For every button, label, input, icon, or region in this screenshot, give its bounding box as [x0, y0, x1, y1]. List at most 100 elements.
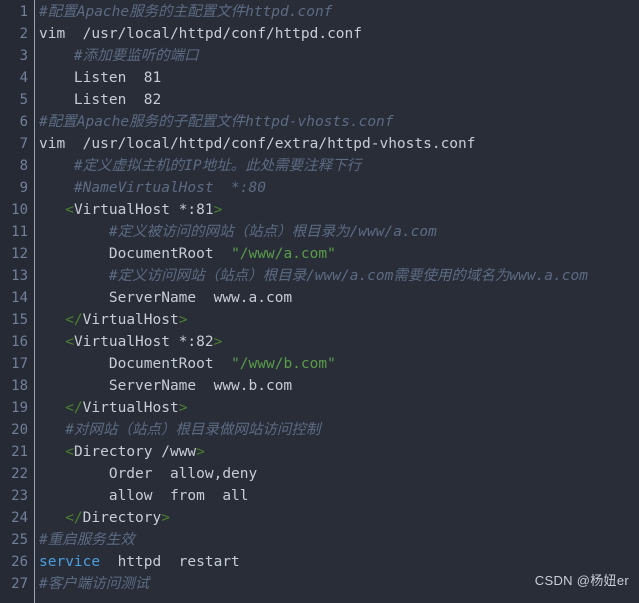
code-line-content[interactable]: <Directory /www>	[28, 441, 639, 463]
line-number: 19	[11, 400, 28, 416]
token-tagname: VirtualHost *:81	[73, 202, 214, 218]
token-string: "/www/b.com"	[231, 356, 336, 372]
token-comment: #配置Apache服务的主配置文件httpd.conf	[39, 4, 333, 20]
token-comment: #添加要监听的端口	[39, 48, 199, 64]
code-line-content[interactable]: <VirtualHost *:82>	[28, 331, 639, 353]
code-line[interactable]: 1 #配置Apache服务的主配置文件httpd.conf	[0, 1, 639, 23]
code-line[interactable]: 18 ServerName www.b.com	[0, 375, 639, 397]
token-plain: ServerName www.b.com	[39, 378, 293, 394]
code-line-content[interactable]: #对网站（站点）根目录做网站访问控制	[28, 419, 639, 441]
token-plain: vim /usr/local/httpd/conf/httpd.conf	[39, 26, 363, 42]
code-line-content[interactable]: DocumentRoot "/www/a.com"	[28, 243, 639, 265]
code-line-content[interactable]: </VirtualHost>	[28, 309, 639, 331]
code-line[interactable]: 5 Listen 82	[0, 89, 639, 111]
code-editor[interactable]: 1 #配置Apache服务的主配置文件httpd.conf 2 vim /usr/lo…	[0, 0, 639, 603]
line-number: 24	[11, 510, 28, 526]
token-keyword: service	[39, 554, 101, 570]
line-number: 20	[11, 422, 28, 438]
code-lines-container[interactable]: 1 #配置Apache服务的主配置文件httpd.conf 2 vim /usr/lo…	[0, 0, 639, 595]
line-number: 25	[11, 532, 28, 548]
token-comment: #重启服务生效	[39, 532, 135, 548]
code-line-content[interactable]: ServerName www.b.com	[28, 375, 639, 397]
code-line-content[interactable]: #定义虚拟主机的IP地址。此处需要注释下行	[28, 155, 639, 177]
token-tag: <	[65, 202, 74, 218]
code-line[interactable]: 24 </Directory>	[0, 507, 639, 529]
line-number: 14	[11, 290, 28, 306]
token-tag: >	[178, 400, 188, 416]
line-number: 18	[11, 378, 28, 394]
code-line[interactable]: 11 #定义被访问的网站（站点）根目录为/www/a.com	[0, 221, 639, 243]
line-number: 6	[19, 114, 28, 130]
line-number: 1	[19, 4, 28, 20]
code-line-content[interactable]: #配置Apache服务的子配置文件httpd-vhosts.conf	[28, 111, 639, 133]
code-line[interactable]: 2 vim /usr/local/httpd/conf/httpd.conf	[0, 23, 639, 45]
line-number: 16	[11, 334, 28, 350]
code-line-content[interactable]: Order allow,deny	[28, 463, 639, 485]
code-line[interactable]: 10 <VirtualHost *:81>	[0, 199, 639, 221]
code-line[interactable]: 13 #定义访问网站（站点）根目录/www/a.com需要使用的域名为www.a…	[0, 265, 639, 287]
code-line[interactable]: 19 </VirtualHost>	[0, 397, 639, 419]
code-line-content[interactable]: vim /usr/local/httpd/conf/httpd.conf	[28, 23, 639, 45]
line-number: 15	[11, 312, 28, 328]
line-number: 4	[19, 70, 28, 86]
token-tag: >	[196, 444, 205, 460]
code-line-content[interactable]: #重启服务生效	[28, 529, 639, 551]
token-string: "/www/a.com"	[231, 246, 336, 262]
code-line[interactable]: 9 #NameVirtualHost *:80	[0, 177, 639, 199]
line-number: 12	[11, 246, 28, 262]
code-line[interactable]: 16 <VirtualHost *:82>	[0, 331, 639, 353]
code-line[interactable]: 23 allow from all	[0, 485, 639, 507]
code-line-content[interactable]: DocumentRoot "/www/b.com"	[28, 353, 639, 375]
token-comment: #NameVirtualHost *:80	[39, 180, 266, 196]
code-line[interactable]: 8 #定义虚拟主机的IP地址。此处需要注释下行	[0, 155, 639, 177]
code-line-content[interactable]: #定义被访问的网站（站点）根目录为/www/a.com	[28, 221, 639, 243]
line-number: 7	[19, 136, 28, 152]
token-comment: #定义访问网站（站点）根目录/www/a.com需要使用的域名为www.a.co…	[39, 268, 588, 284]
code-line-content[interactable]: </VirtualHost>	[28, 397, 639, 419]
code-line-content[interactable]: #添加要监听的端口	[28, 45, 639, 67]
code-line-content[interactable]: #NameVirtualHost *:80	[28, 177, 639, 199]
code-line-content[interactable]: vim /usr/local/httpd/conf/extra/httpd-vh…	[28, 133, 639, 155]
code-line-content[interactable]: Listen 82	[28, 89, 639, 111]
token-tagname: Directory	[82, 510, 162, 526]
code-line-content[interactable]: Listen 81	[28, 67, 639, 89]
code-line[interactable]: 12 DocumentRoot "/www/a.com"	[0, 243, 639, 265]
token-tag: >	[161, 510, 170, 526]
line-number: 26	[11, 554, 28, 570]
code-line[interactable]: 7 vim /usr/local/httpd/conf/extra/httpd-v…	[0, 133, 639, 155]
code-line[interactable]: 22 Order allow,deny	[0, 463, 639, 485]
code-line[interactable]: 15 </VirtualHost>	[0, 309, 639, 331]
code-line[interactable]: 14 ServerName www.a.com	[0, 287, 639, 309]
token-plain: DocumentRoot	[39, 356, 232, 372]
token-tagname: VirtualHost *:82	[73, 334, 214, 350]
code-line-content[interactable]: ServerName www.a.com	[28, 287, 639, 309]
token-plain: httpd restart	[100, 554, 240, 570]
token-comment: #客户端访问测试	[39, 576, 150, 592]
token-comment: #配置Apache服务的子配置文件httpd-vhosts.conf	[39, 114, 394, 130]
line-number: 2	[19, 26, 28, 42]
token-tag: >	[213, 334, 223, 350]
code-line[interactable]: 20 #对网站（站点）根目录做网站访问控制	[0, 419, 639, 441]
code-line[interactable]: 4 Listen 81	[0, 67, 639, 89]
code-line-content[interactable]: #配置Apache服务的主配置文件httpd.conf	[28, 1, 639, 23]
code-line-content[interactable]: </Directory>	[28, 507, 639, 529]
code-line-content[interactable]: #定义访问网站（站点）根目录/www/a.com需要使用的域名为www.a.co…	[28, 265, 639, 287]
code-line[interactable]: 6 #配置Apache服务的子配置文件httpd-vhosts.conf	[0, 111, 639, 133]
token-tagname: VirtualHost	[82, 312, 179, 328]
code-line-content[interactable]: allow from all	[28, 485, 639, 507]
token-plain: Listen 82	[39, 92, 162, 108]
code-line[interactable]: 3 #添加要监听的端口	[0, 45, 639, 67]
line-number: 8	[19, 158, 28, 174]
code-line[interactable]: 25 #重启服务生效	[0, 529, 639, 551]
code-line[interactable]: 17 DocumentRoot "/www/b.com"	[0, 353, 639, 375]
token-tag: </	[65, 510, 83, 526]
token-plain: vim /usr/local/httpd/conf/extra/httpd-vh…	[39, 136, 476, 152]
code-line[interactable]: 21 <Directory /www>	[0, 441, 639, 463]
code-line-content[interactable]: <VirtualHost *:81>	[28, 199, 639, 221]
token-tagname: VirtualHost	[82, 400, 179, 416]
